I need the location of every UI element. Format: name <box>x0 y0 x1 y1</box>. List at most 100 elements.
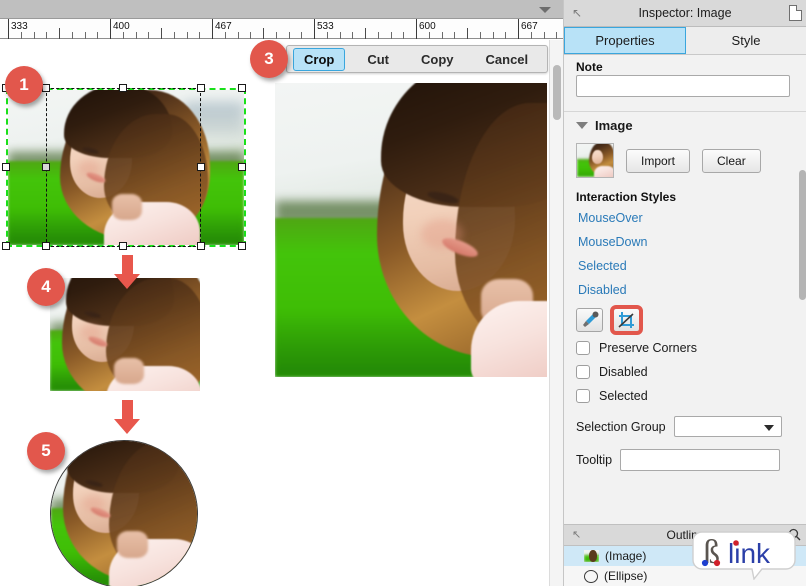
import-button[interactable]: Import <box>626 148 691 173</box>
crop-toolbar[interactable]: Crop Cut Copy Cancel <box>286 45 548 73</box>
ruler-minor-tick <box>467 28 468 39</box>
ruler-label: 667 <box>521 21 538 32</box>
ellipse-image[interactable] <box>50 440 198 586</box>
chevron-down-icon[interactable] <box>576 122 588 129</box>
ruler-major-tick <box>518 19 519 39</box>
crop-handle-s[interactable] <box>119 242 127 250</box>
crop-button[interactable]: Crop <box>293 47 346 71</box>
crop-handle-ne[interactable] <box>197 84 205 92</box>
tooltip-input[interactable] <box>620 449 781 471</box>
eyedropper-tool-button[interactable] <box>576 308 603 332</box>
ruler-minor-tick <box>391 32 392 39</box>
ruler-major-tick <box>110 19 111 39</box>
ruler-label: 600 <box>419 21 436 32</box>
preserve-corners-row[interactable]: Preserve Corners <box>564 336 806 360</box>
cancel-button[interactable]: Cancel <box>476 49 539 70</box>
ruler-major-tick <box>8 19 9 39</box>
step-badge-5: 5 <box>27 432 65 470</box>
crop-handle-w[interactable] <box>42 163 50 171</box>
image-preview[interactable] <box>275 83 547 377</box>
ruler-major-tick <box>314 19 315 39</box>
selection-handle-w[interactable] <box>2 163 10 171</box>
inspector-scrollbar-thumb[interactable] <box>799 170 806 300</box>
preserve-corners-checkbox[interactable] <box>576 341 590 355</box>
step-badge-4: 4 <box>27 268 65 306</box>
style-link-disabled[interactable]: Disabled <box>564 278 806 302</box>
document-icon[interactable] <box>789 5 802 21</box>
preserve-corners-label: Preserve Corners <box>599 341 697 355</box>
collapse-arrow-icon[interactable]: ↖ <box>572 6 582 20</box>
ruler-minor-tick <box>238 32 239 39</box>
selected-label: Selected <box>599 389 648 403</box>
selection-handle-ne[interactable] <box>238 84 246 92</box>
cropped-image[interactable] <box>50 278 200 391</box>
ruler-minor-tick <box>161 28 162 39</box>
tooltip-row: Tooltip <box>564 441 806 475</box>
ruler-minor-tick <box>378 32 379 39</box>
image-thumbnail-icon <box>584 550 599 562</box>
inspector-panel: ↖ Inspector: Image Properties Style Note… <box>563 0 806 586</box>
chevron-down-icon <box>763 425 774 431</box>
photo-neck <box>114 358 144 384</box>
disabled-checkbox[interactable] <box>576 365 590 379</box>
ruler-minor-tick <box>505 32 506 39</box>
image-section-header[interactable]: Image <box>564 112 806 135</box>
ruler-minor-tick <box>480 32 481 39</box>
ruler-minor-tick <box>327 32 328 39</box>
ruler-minor-tick <box>187 32 188 39</box>
arrow-stem <box>122 255 133 275</box>
style-link-selected[interactable]: Selected <box>564 254 806 278</box>
image-thumbnail[interactable] <box>576 143 614 178</box>
eyedropper-icon <box>583 311 599 327</box>
canvas-body[interactable]: 1 4 5 <box>0 40 563 586</box>
inspector-tabs[interactable]: Properties Style <box>564 27 806 55</box>
photo-face <box>592 150 603 164</box>
canvas-topbar <box>0 0 563 19</box>
ruler-minor-tick <box>556 32 557 39</box>
cut-button[interactable]: Cut <box>357 49 399 70</box>
selection-group-row: Selection Group <box>564 408 806 441</box>
ruler-minor-tick <box>34 32 35 39</box>
selection-handle-sw[interactable] <box>2 242 10 250</box>
crop-handle-sw[interactable] <box>42 242 50 250</box>
canvas-area[interactable]: 333 400 467 533 600 667 1 4 5 3 Crop Cut… <box>0 0 563 586</box>
disabled-row[interactable]: Disabled <box>564 360 806 384</box>
selection-group-label: Selection Group <box>576 419 666 434</box>
clear-button[interactable]: Clear <box>702 148 761 173</box>
note-input[interactable] <box>576 75 790 97</box>
inspector-title: Inspector: Image <box>638 6 732 20</box>
crop-handle-se[interactable] <box>197 242 205 250</box>
canvas-vertical-scrollbar[interactable] <box>549 40 563 586</box>
ruler-minor-tick <box>46 32 47 39</box>
copy-button[interactable]: Copy <box>411 49 464 70</box>
style-link-mousedown[interactable]: MouseDown <box>564 230 806 254</box>
interaction-styles-header: Interaction Styles <box>564 182 806 206</box>
crop-handle-n[interactable] <box>119 84 127 92</box>
inspector-body: Note Image Import Clear Interaction Styl… <box>564 55 806 523</box>
ruler-minor-tick <box>429 32 430 39</box>
ruler-label: 467 <box>215 21 232 32</box>
selection-handle-e[interactable] <box>238 163 246 171</box>
thumb-hair <box>589 550 597 562</box>
selection-group-select[interactable] <box>673 416 782 437</box>
collapse-arrow-icon[interactable]: ↖ <box>572 528 581 541</box>
selection-handle-se[interactable] <box>238 242 246 250</box>
ruler-minor-tick <box>72 32 73 39</box>
style-link-mouseover[interactable]: MouseOver <box>564 206 806 230</box>
crop-handle-nw[interactable] <box>42 84 50 92</box>
ruler-minor-tick <box>123 32 124 39</box>
ruler-minor-tick <box>403 32 404 39</box>
ruler-label: 400 <box>113 21 130 32</box>
tooltip-label: Tooltip <box>576 453 613 467</box>
ruler-minor-tick <box>289 32 290 39</box>
blink-logo: ß link <box>692 530 796 581</box>
tab-properties[interactable]: Properties <box>564 27 686 54</box>
crop-handle-e[interactable] <box>197 163 205 171</box>
selected-row[interactable]: Selected <box>564 384 806 408</box>
tab-style[interactable]: Style <box>686 27 806 54</box>
scrollbar-thumb[interactable] <box>553 65 561 120</box>
crop-rectangle[interactable] <box>46 88 201 247</box>
crop-tool-button[interactable] <box>610 305 643 335</box>
selected-checkbox[interactable] <box>576 389 590 403</box>
chevron-down-icon[interactable] <box>539 7 551 13</box>
